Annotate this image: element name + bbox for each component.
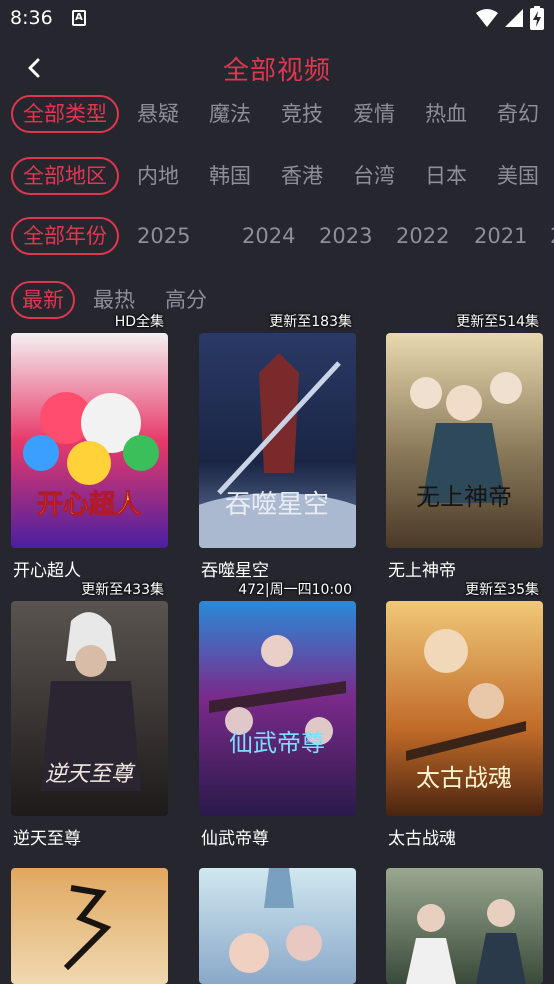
chip-all-types[interactable]: 全部类型 bbox=[11, 95, 119, 133]
chip-region[interactable]: 香港 bbox=[281, 157, 323, 195]
chip-year[interactable]: 2022 bbox=[396, 217, 449, 255]
header: 全部视频 bbox=[0, 40, 554, 96]
chip-year[interactable]: 2025 bbox=[137, 217, 190, 255]
video-title: 无上神帝 bbox=[388, 561, 456, 581]
chip-type[interactable]: 竞技 bbox=[281, 95, 323, 133]
type-filter-row: 全部类型 悬疑 魔法 竞技 爱情 热血 奇幻 bbox=[0, 95, 554, 135]
region-filter-row: 全部地区 内地 韩国 香港 台湾 日本 美国 bbox=[0, 157, 554, 197]
page-title: 全部视频 bbox=[222, 56, 331, 86]
battery-charging-icon bbox=[530, 6, 544, 30]
poster-text: 吞噬星空 bbox=[225, 490, 329, 520]
video-poster: 逆天至尊 bbox=[11, 601, 168, 816]
video-title: 逆天至尊 bbox=[13, 829, 81, 849]
year-filter-row: 全部年份 2025 2024 2023 2022 2021 2 bbox=[0, 217, 554, 257]
video-title: 吞噬星空 bbox=[201, 561, 269, 581]
video-poster bbox=[199, 868, 356, 984]
chip-all-regions[interactable]: 全部地区 bbox=[11, 157, 119, 195]
chip-type[interactable]: 魔法 bbox=[209, 95, 251, 133]
video-poster: 仙武帝尊 bbox=[199, 601, 356, 816]
poster-text: 太古战魂 bbox=[416, 764, 512, 792]
chip-year[interactable]: 2024 bbox=[242, 217, 295, 255]
episode-badge: HD全集 bbox=[114, 314, 164, 330]
status-bar: 8:36 A bbox=[0, 0, 554, 36]
chip-type[interactable]: 悬疑 bbox=[137, 95, 179, 133]
chip-type[interactable]: 奇幻 bbox=[497, 95, 539, 133]
poster-text: 开心超人 bbox=[37, 490, 141, 520]
chip-all-years[interactable]: 全部年份 bbox=[11, 217, 119, 255]
chip-sort[interactable]: 高分 bbox=[165, 281, 207, 319]
wifi-icon bbox=[476, 9, 498, 27]
video-poster: 开心超人 bbox=[11, 333, 168, 548]
video-title: 开心超人 bbox=[13, 561, 81, 581]
chip-year[interactable]: 2 bbox=[550, 217, 554, 255]
chip-sort-newest[interactable]: 最新 bbox=[11, 281, 75, 319]
chip-year[interactable]: 2023 bbox=[319, 217, 372, 255]
episode-badge: 更新至514集 bbox=[456, 314, 539, 330]
video-poster: 无上神帝 bbox=[386, 333, 543, 548]
video-poster bbox=[11, 868, 168, 984]
video-poster: 吞噬星空 bbox=[199, 333, 356, 548]
chip-region[interactable]: 台湾 bbox=[353, 157, 395, 195]
video-poster: 太古战魂 bbox=[386, 601, 543, 816]
chip-region[interactable]: 日本 bbox=[425, 157, 467, 195]
chip-year[interactable]: 2021 bbox=[474, 217, 527, 255]
episode-badge: 更新至433集 bbox=[81, 582, 164, 598]
chip-region[interactable]: 韩国 bbox=[209, 157, 251, 195]
status-time: 8:36 bbox=[10, 7, 53, 29]
poster-text: 逆天至尊 bbox=[45, 762, 136, 787]
chip-region[interactable]: 内地 bbox=[137, 157, 179, 195]
video-poster bbox=[386, 868, 543, 984]
chip-type[interactable]: 热血 bbox=[425, 95, 467, 133]
episode-badge: 更新至35集 bbox=[465, 582, 539, 598]
video-title: 仙武帝尊 bbox=[201, 829, 269, 849]
status-icons bbox=[476, 6, 544, 30]
poster-text: 无上神帝 bbox=[416, 483, 512, 511]
video-title: 太古战魂 bbox=[388, 829, 456, 849]
episode-badge: 472|周一四10:00 bbox=[238, 582, 352, 598]
notification-a-icon: A bbox=[72, 10, 86, 26]
poster-text: 仙武帝尊 bbox=[229, 729, 325, 757]
episode-badge: 更新至183集 bbox=[269, 314, 352, 330]
signal-icon bbox=[505, 9, 523, 27]
chip-type[interactable]: 爱情 bbox=[353, 95, 395, 133]
chip-region[interactable]: 美国 bbox=[497, 157, 539, 195]
